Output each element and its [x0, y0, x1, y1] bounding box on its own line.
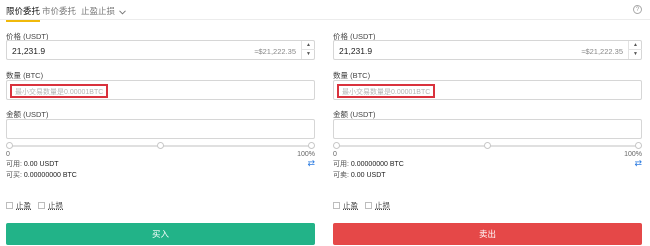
help-icon[interactable]: ? [633, 5, 642, 14]
sell-can-sell-label: 可卖: [333, 172, 349, 179]
caret-up-icon[interactable]: ▲ [629, 41, 642, 50]
checkbox-box [38, 202, 45, 209]
buy-price-stepper: ▲ ▼ [301, 41, 315, 59]
buy-take-profit-label: 止盈 [16, 201, 31, 210]
sell-available-value: 0.00000000 BTC [350, 161, 404, 168]
buy-stop-loss-checkbox[interactable]: 止损 [38, 200, 63, 211]
slider-knob-0[interactable] [6, 142, 13, 149]
buy-amount-placeholder: 最小交易数量是0.00001BTC [15, 89, 104, 96]
buy-can-buy-value: 0.00000000 BTC [23, 172, 77, 179]
buy-price-value: 21,231.9 [12, 46, 46, 56]
sell-available-label: 可用: [333, 161, 349, 168]
buy-amount-highlight: 最小交易数量是0.00001BTC [10, 84, 108, 98]
slider-min-label: 0 [6, 151, 10, 158]
chevron-down-icon [119, 7, 126, 17]
sell-stop-loss-checkbox[interactable]: 止损 [365, 200, 390, 211]
sell-amount-input[interactable]: 最小交易数量是0.00001BTC [333, 80, 642, 100]
caret-up-icon[interactable]: ▲ [302, 41, 315, 50]
buy-stop-loss-label: 止损 [48, 201, 63, 210]
tab-stop-order[interactable]: 止盈止损 [81, 5, 126, 17]
caret-down-icon[interactable]: ▼ [629, 50, 642, 59]
caret-down-icon[interactable]: ▼ [302, 50, 315, 59]
buy-can-buy-label: 可买: [6, 172, 22, 179]
buy-percent-slider[interactable] [6, 142, 315, 150]
tab-limit-order[interactable]: 限价委托 [6, 5, 41, 22]
buy-amount-input[interactable]: 最小交易数量是0.00001BTC [6, 80, 315, 100]
checkbox-box [6, 202, 13, 209]
sell-price-value: 21,231.9 [339, 46, 373, 56]
slider-max-label: 100% [624, 151, 642, 158]
buy-panel: 价格 (USDT) 21,231.9 ≈$21,222.35 ▲ ▼ 数量 (B… [6, 20, 315, 246]
sell-can-sell-row: 可卖: 0.00 USDT [333, 170, 386, 180]
slider-knob-0[interactable] [333, 142, 340, 149]
slider-max-label: 100% [297, 151, 315, 158]
buy-available-value: 0.00 USDT [23, 161, 59, 168]
sell-amount-highlight: 最小交易数量是0.00001BTC [337, 84, 435, 98]
buy-price-usd-estimate: ≈$21,222.35 [254, 47, 296, 56]
sell-amount-placeholder: 最小交易数量是0.00001BTC [342, 89, 431, 96]
buy-price-input[interactable]: 21,231.9 ≈$21,222.35 ▲ ▼ [6, 40, 315, 60]
sell-can-sell-value: 0.00 USDT [350, 172, 386, 179]
sell-percent-slider[interactable] [333, 142, 642, 150]
sell-panel: 价格 (USDT) 21,231.9 ≈$21,222.35 ▲ ▼ 数量 (B… [333, 20, 642, 246]
slider-knob-50[interactable] [484, 142, 491, 149]
sell-stop-loss-label: 止损 [375, 201, 390, 210]
swap-arrows-icon[interactable]: ⇄ [634, 158, 642, 169]
sell-take-profit-label: 止盈 [343, 201, 358, 210]
checkbox-box [333, 202, 340, 209]
sell-take-profit-checkbox[interactable]: 止盈 [333, 200, 358, 211]
sell-price-stepper: ▲ ▼ [628, 41, 642, 59]
sell-available-row: 可用: 0.00000000 BTC [333, 159, 404, 169]
slider-knob-50[interactable] [157, 142, 164, 149]
buy-available-row: 可用: 0.00 USDT [6, 159, 59, 169]
buy-take-profit-checkbox[interactable]: 止盈 [6, 200, 31, 211]
buy-can-buy-row: 可买: 0.00000000 BTC [6, 170, 77, 180]
tab-market-order[interactable]: 市价委托 [42, 5, 76, 17]
slider-min-label: 0 [333, 151, 337, 158]
sell-price-usd-estimate: ≈$21,222.35 [581, 47, 623, 56]
checkbox-box [365, 202, 372, 209]
sell-total-input[interactable] [333, 119, 642, 139]
swap-arrows-icon[interactable]: ⇄ [307, 158, 315, 169]
order-type-tabs: 限价委托 市价委托 止盈止损 ? [0, 0, 650, 22]
tab-stop-order-label: 止盈止损 [81, 6, 116, 16]
buy-total-input[interactable] [6, 119, 315, 139]
slider-knob-100[interactable] [308, 142, 315, 149]
sell-price-input[interactable]: 21,231.9 ≈$21,222.35 ▲ ▼ [333, 40, 642, 60]
buy-available-label: 可用: [6, 161, 22, 168]
buy-button[interactable]: 买入 [6, 223, 315, 245]
sell-button[interactable]: 卖出 [333, 223, 642, 245]
slider-knob-100[interactable] [635, 142, 642, 149]
